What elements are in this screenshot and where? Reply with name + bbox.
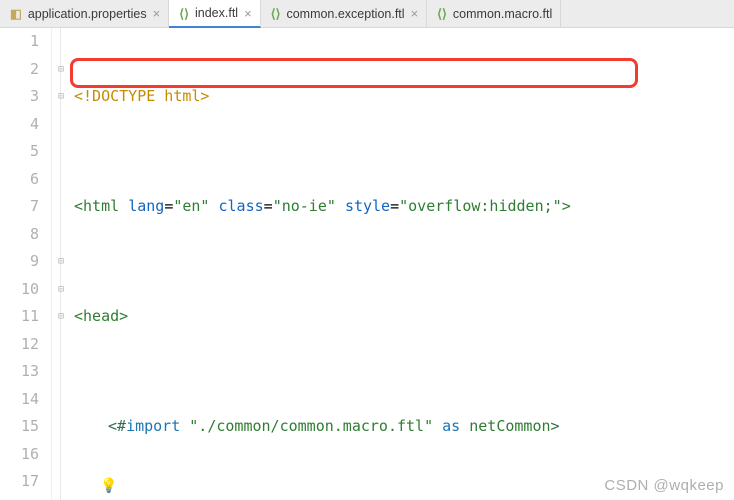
- line-number: 5: [0, 138, 39, 166]
- line-number: 15: [0, 413, 39, 441]
- line-number: 12: [0, 331, 39, 359]
- ftl-file-icon: ⟨⟩: [271, 6, 281, 21]
- ftl-file-icon: ⟨⟩: [179, 6, 189, 21]
- tab-label: application.properties: [28, 7, 147, 21]
- line-number: 1: [0, 28, 39, 56]
- line-number: 4: [0, 111, 39, 139]
- gutter: 1 2 3 4 5 6 7 8 9 10 11 12 13 14 15 16 1…: [0, 28, 52, 500]
- close-icon[interactable]: ×: [411, 6, 419, 21]
- fold-icon[interactable]: ⊟: [52, 248, 70, 276]
- line-number: 2: [0, 56, 39, 84]
- line-number: 11: [0, 303, 39, 331]
- tab-label: common.exception.ftl: [286, 7, 404, 21]
- line-number: 7: [0, 193, 39, 221]
- tab-index-ftl[interactable]: ⟨⟩ index.ftl ×: [169, 0, 260, 28]
- code-line: <!DOCTYPE html>: [74, 83, 734, 111]
- line-number: 9: [0, 248, 39, 276]
- line-number: 14: [0, 386, 39, 414]
- line-number: 3: [0, 83, 39, 111]
- tab-label: common.macro.ftl: [453, 7, 552, 21]
- lightbulb-icon[interactable]: 💡: [100, 478, 117, 494]
- line-number: 13: [0, 358, 39, 386]
- line-number: 6: [0, 166, 39, 194]
- line-number: 10: [0, 276, 39, 304]
- fold-icon[interactable]: ⊟: [52, 83, 70, 111]
- properties-file-icon: ◧: [10, 6, 22, 21]
- ftl-file-icon: ⟨⟩: [437, 6, 447, 21]
- code-line: <html lang="en" class="no-ie" style="ove…: [74, 193, 734, 221]
- fold-icon[interactable]: ⊟: [52, 303, 70, 331]
- code-editor[interactable]: 1 2 3 4 5 6 7 8 9 10 11 12 13 14 15 16 1…: [0, 28, 734, 500]
- line-number: 17: [0, 468, 39, 496]
- code-line: <#import "./common/common.macro.ftl" as …: [74, 413, 734, 441]
- fold-icon[interactable]: ⊟: [52, 276, 70, 304]
- line-number: 8: [0, 221, 39, 249]
- fold-icon[interactable]: ⊟: [52, 56, 70, 84]
- editor-tab-bar: ◧ application.properties × ⟨⟩ index.ftl …: [0, 0, 734, 28]
- tab-application-properties[interactable]: ◧ application.properties ×: [0, 0, 169, 27]
- tab-common-exception-ftl[interactable]: ⟨⟩ common.exception.ftl ×: [261, 0, 427, 27]
- close-icon[interactable]: ×: [153, 6, 161, 21]
- close-icon[interactable]: ×: [244, 6, 252, 21]
- code-area[interactable]: <!DOCTYPE html> <html lang="en" class="n…: [70, 28, 734, 500]
- code-line: <head>: [74, 303, 734, 331]
- tab-label: index.ftl: [195, 6, 238, 20]
- line-number: 16: [0, 441, 39, 469]
- fold-icon[interactable]: [52, 28, 70, 56]
- fold-column: ⊟ ⊟ ⊟ ⊟ ⊟: [52, 28, 70, 500]
- tab-common-macro-ftl[interactable]: ⟨⟩ common.macro.ftl: [427, 0, 561, 27]
